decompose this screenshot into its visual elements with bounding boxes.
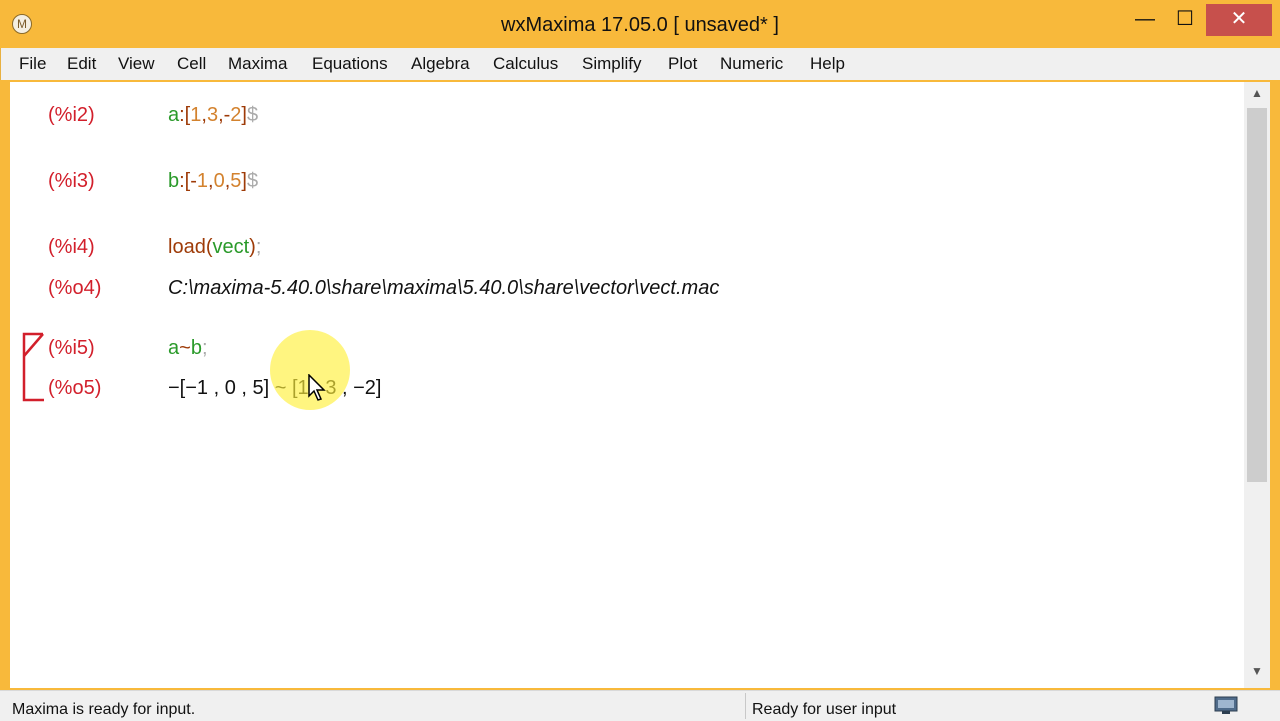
token: 2 [230,104,242,126]
token: 5 [230,170,242,192]
input-cell-i4[interactable]: load(vect); [168,236,261,259]
status-divider [745,693,746,719]
scroll-down-icon[interactable]: ▼ [1246,664,1268,684]
scroll-thumb[interactable] [1247,108,1267,482]
menu-edit[interactable]: Edit [67,54,96,74]
token: load [168,236,206,258]
token: $ [246,170,259,192]
input-label-i3[interactable]: (%i3) [48,170,95,193]
token: a [168,104,180,126]
token: ) [249,236,256,258]
menu-algebra[interactable]: Algebra [411,54,470,74]
menu-maxima[interactable]: Maxima [228,54,288,74]
token: vect [212,236,250,258]
token: b [168,170,180,192]
output-label-o5: (%o5) [48,377,102,399]
title-bar: M wxMaxima 17.05.0 [ unsaved* ] — ☐ ✕ [0,0,1280,48]
menu-cell[interactable]: Cell [177,54,206,74]
menu-calculus[interactable]: Calculus [493,54,558,74]
menu-equations[interactable]: Equations [312,54,388,74]
token: 0 [213,170,225,192]
token: 1 [190,104,202,126]
cell-bracket[interactable] [22,332,44,402]
token: b [190,337,202,359]
menu-file[interactable]: File [19,54,46,74]
token: $ [246,104,259,126]
output-label-o4: (%o4) [48,277,102,299]
token: ; [201,337,208,359]
token: :[- [179,170,197,192]
status-right-text: Ready for user input [752,701,897,718]
token: ~ [179,337,191,359]
input-cell-i5[interactable]: a~b; [168,337,208,360]
status-left-text: Maxima is ready for input. [12,701,196,718]
token: 3 [206,104,219,126]
worksheet[interactable]: (%i2) a:[1,3,-2]$ (%i3) b:[-1,0,5]$ (%i4… [10,82,1244,688]
close-button[interactable]: ✕ [1206,4,1272,36]
input-cell-i3[interactable]: b:[-1,0,5]$ [168,170,258,193]
scroll-up-icon[interactable]: ▲ [1246,86,1268,106]
menu-numeric[interactable]: Numeric [720,54,783,74]
token: a [168,337,180,359]
status-bar: Maxima is ready for input. Ready for use… [0,690,1280,721]
input-label-i5[interactable]: (%i5) [48,337,95,360]
menu-view[interactable]: View [118,54,155,74]
menu-help[interactable]: Help [810,54,845,74]
output-cell-o4: C:\maxima-5.40.0\share\maxima\5.40.0\sha… [168,277,720,299]
network-icon[interactable] [1212,694,1240,716]
input-label-i4[interactable]: (%i4) [48,236,95,259]
window-title: wxMaxima 17.05.0 [ unsaved* ] [501,14,779,36]
input-cell-i2[interactable]: a:[1,3,-2]$ [168,104,258,127]
token: ; [255,236,262,258]
menu-plot[interactable]: Plot [668,54,697,74]
token: 1 [196,170,209,192]
cursor-icon [308,374,326,401]
maximize-button[interactable]: ☐ [1170,4,1200,36]
menu-simplify[interactable]: Simplify [582,54,642,74]
menu-bar: File Edit View Cell Maxima Equations Alg… [0,48,1280,80]
minimize-button[interactable]: — [1130,4,1160,36]
input-label-i2[interactable]: (%i2) [48,104,95,127]
token: ,- [218,104,231,126]
token: :[ [179,104,191,126]
